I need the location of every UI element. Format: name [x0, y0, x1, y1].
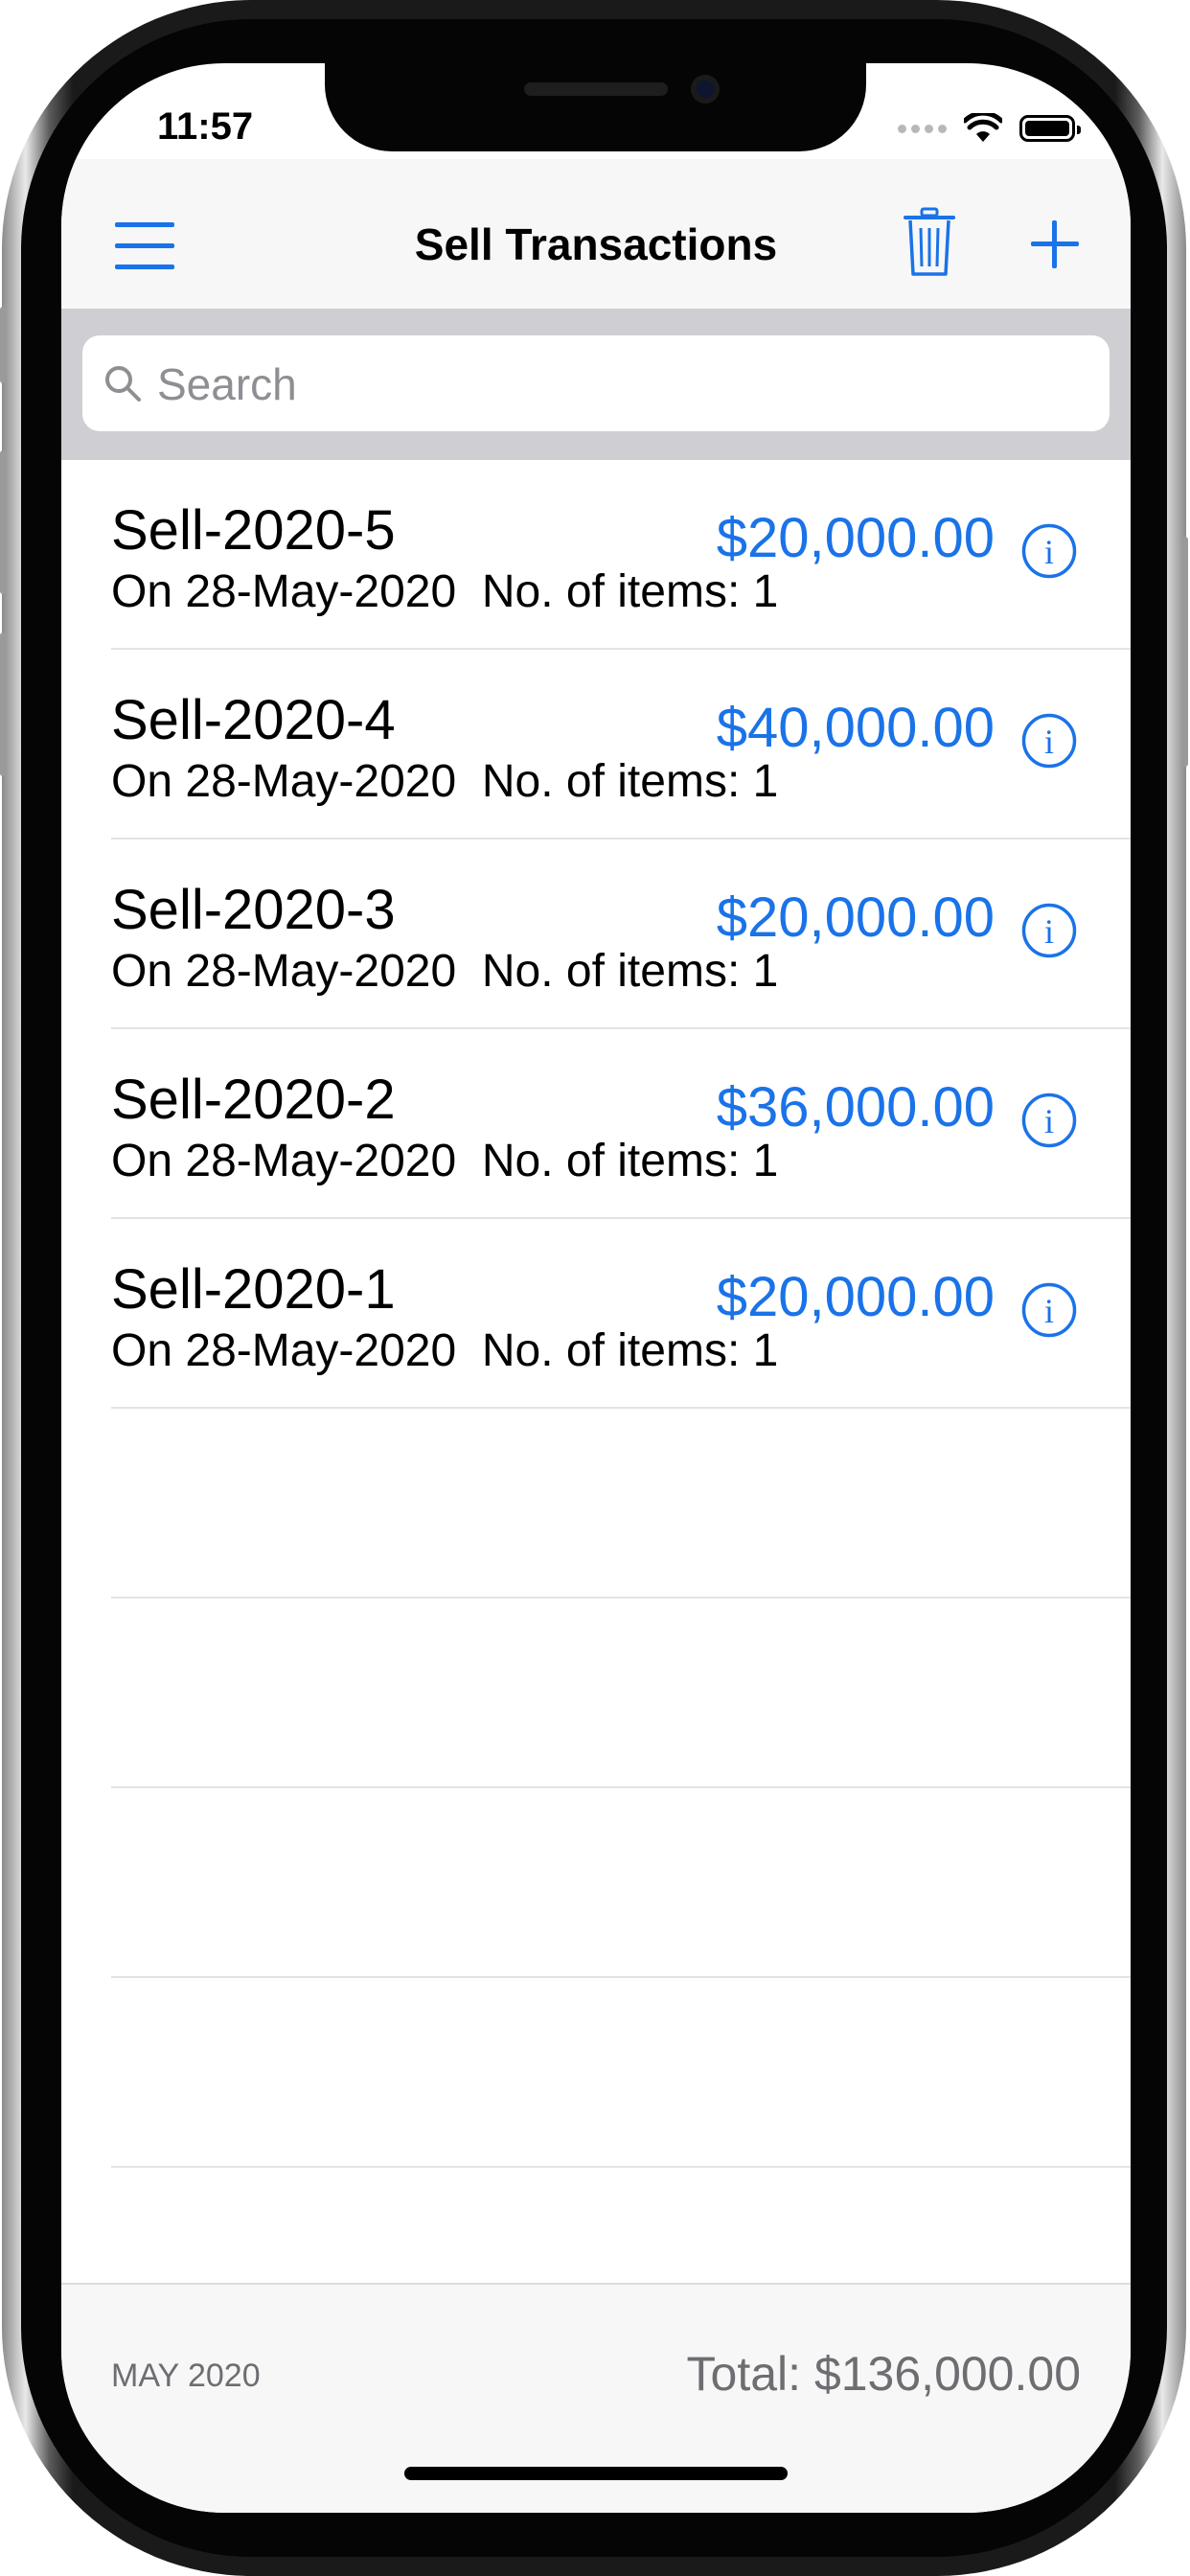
- device-frame: 11:57 Sell Transactions Search Sell-2020…: [0, 0, 1188, 2576]
- home-indicator[interactable]: [404, 2467, 788, 2480]
- transaction-details: On 28-May-2020 No. of items: 1: [111, 946, 779, 997]
- transaction-amount: $40,000.00: [716, 697, 995, 759]
- transaction-details: On 28-May-2020 No. of items: 1: [111, 1325, 779, 1376]
- volume-up-button: [0, 450, 6, 594]
- transaction-row[interactable]: Sell-2020-1 On 28-May-2020 No. of items:…: [61, 1219, 1131, 1409]
- battery-icon: [1019, 115, 1081, 142]
- transaction-amount: $20,000.00: [716, 507, 995, 569]
- svg-text:i: i: [1044, 1102, 1054, 1140]
- svg-text:i: i: [1044, 533, 1054, 571]
- volume-down-button: [0, 632, 6, 776]
- svg-text:i: i: [1044, 1292, 1054, 1330]
- wifi-icon: [964, 113, 1002, 142]
- transaction-details: On 28-May-2020 No. of items: 1: [111, 756, 779, 807]
- transaction-row[interactable]: Sell-2020-3 On 28-May-2020 No. of items:…: [61, 840, 1131, 1029]
- search-input[interactable]: Search: [82, 335, 1110, 431]
- transaction-row[interactable]: Sell-2020-2 On 28-May-2020 No. of items:…: [61, 1029, 1131, 1219]
- transaction-amount: $20,000.00: [716, 1266, 995, 1328]
- svg-text:i: i: [1044, 912, 1054, 951]
- transaction-id: Sell-2020-1: [111, 1258, 396, 1321]
- transaction-row[interactable]: Sell-2020-4 On 28-May-2020 No. of items:…: [61, 650, 1131, 840]
- cellular-signal-icon: [898, 124, 947, 133]
- info-icon[interactable]: i: [1021, 1282, 1077, 1338]
- front-camera: [691, 75, 720, 104]
- transaction-id: Sell-2020-5: [111, 499, 396, 562]
- silent-switch: [0, 307, 6, 383]
- transaction-details: On 28-May-2020 No. of items: 1: [111, 1136, 779, 1186]
- status-indicators: [898, 109, 1081, 148]
- transaction-id: Sell-2020-3: [111, 879, 396, 941]
- info-icon[interactable]: i: [1021, 903, 1077, 958]
- transaction-amount: $20,000.00: [716, 886, 995, 949]
- transaction-row[interactable]: Sell-2020-5 On 28-May-2020 No. of items:…: [61, 460, 1131, 650]
- footer-month: MAY 2020: [111, 2358, 261, 2394]
- plus-icon[interactable]: [1031, 220, 1079, 268]
- svg-text:i: i: [1044, 723, 1054, 761]
- search-icon: [105, 366, 141, 402]
- transaction-list: Sell-2020-5 On 28-May-2020 No. of items:…: [61, 460, 1131, 2168]
- screen: 11:57 Sell Transactions Search Sell-2020…: [61, 63, 1131, 2513]
- empty-row: [61, 1409, 1131, 1598]
- navigation-bar: Sell Transactions: [61, 159, 1131, 309]
- search-placeholder: Search: [157, 359, 297, 409]
- empty-row: [61, 1788, 1131, 1978]
- earpiece-speaker: [524, 82, 668, 96]
- transaction-details: On 28-May-2020 No. of items: 1: [111, 566, 779, 617]
- power-button: [1182, 537, 1188, 767]
- transaction-id: Sell-2020-4: [111, 689, 396, 751]
- page-title: Sell Transactions: [414, 219, 778, 269]
- notch: [325, 63, 866, 151]
- transaction-id: Sell-2020-2: [111, 1069, 396, 1131]
- info-icon[interactable]: i: [1021, 1092, 1077, 1148]
- info-icon[interactable]: i: [1021, 713, 1077, 769]
- footer-total: Total: $136,000.00: [686, 2347, 1081, 2401]
- empty-row: [61, 1978, 1131, 2168]
- trash-icon[interactable]: [903, 207, 956, 278]
- info-icon[interactable]: i: [1021, 523, 1077, 579]
- empty-row: [61, 1598, 1131, 1788]
- transaction-amount: $36,000.00: [716, 1076, 995, 1138]
- search-bar: Search: [61, 309, 1131, 460]
- status-time: 11:57: [157, 105, 254, 148]
